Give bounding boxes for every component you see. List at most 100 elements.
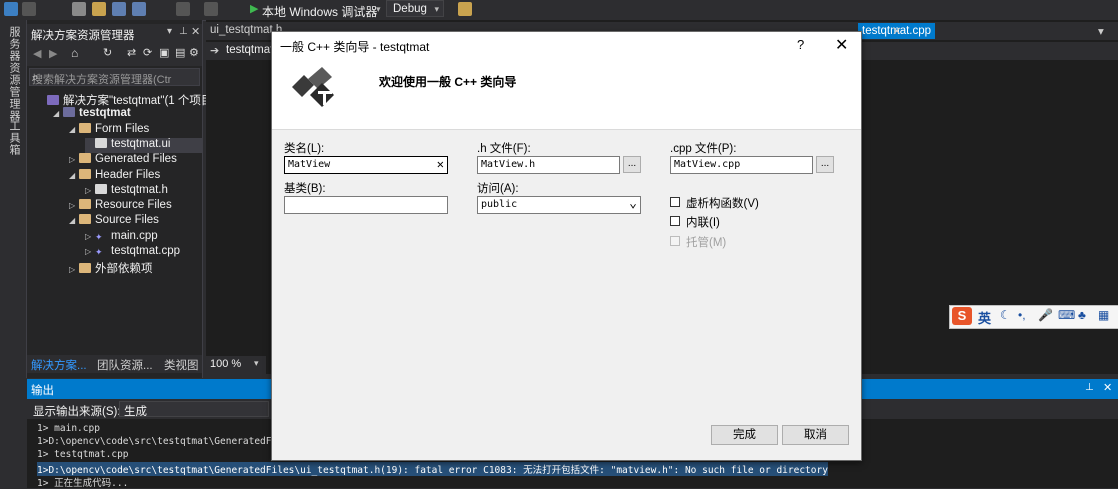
close-icon[interactable]: ✕ [835, 35, 848, 55]
tree-item[interactable]: ▷ 外部依赖项 [69, 260, 202, 275]
tree-item[interactable]: ◢ Source Files [69, 214, 202, 229]
output-source-label: 显示输出来源(S): [33, 406, 121, 418]
tree-item[interactable]: ▷ Resource Files [69, 199, 202, 214]
collapse-icon[interactable]: ▣ [159, 46, 169, 59]
cpp-file-browse-button[interactable]: ... [816, 156, 834, 173]
tree-item[interactable]: ◢ testqtmat [53, 107, 202, 122]
chevron-down-icon: ▾ [434, 4, 439, 14]
moon-icon[interactable]: ☾ [1000, 308, 1011, 322]
help-icon[interactable]: ? [797, 37, 804, 52]
undo-icon[interactable] [176, 2, 190, 16]
cpp-file-label: .cpp 文件(P): [670, 143, 737, 155]
access-label: 访问(A): [477, 183, 519, 195]
expand-arrow-icon[interactable]: ▷ [85, 247, 95, 256]
close-icon[interactable]: ✕ [1103, 381, 1112, 394]
server-explorer-tab[interactable]: 服务器资源管理器 [6, 26, 22, 122]
h-file-input[interactable]: MatView.h [477, 156, 620, 174]
dialog-title-bar: 一般 C++ 类向导 - testqtmat ? ✕ [272, 32, 861, 59]
expand-arrow-icon[interactable]: ◢ [53, 109, 63, 118]
folder-icon [79, 199, 91, 210]
tools-icon[interactable]: ▦ [1098, 308, 1109, 322]
cpp-file-input[interactable]: MatView.cpp [670, 156, 813, 174]
open-icon[interactable] [92, 2, 106, 16]
microphone-icon[interactable]: 🎤 [1038, 308, 1053, 322]
back-icon[interactable] [4, 2, 18, 16]
output-error-line[interactable]: 1>D:\opencv\code\src\testqtmat\Generated… [37, 462, 828, 476]
tab-solution-explorer[interactable]: 解决方案... [31, 357, 87, 373]
punctuation-icon[interactable]: •, [1018, 308, 1026, 322]
solution-explorer-toolbar: ◀ ▶ ⌂ ↻ ⇄ ⟳ ▣ ▤ ⚙ [27, 44, 202, 66]
start-debug-icon[interactable]: ▶ [250, 2, 258, 15]
base-class-input[interactable] [284, 196, 448, 214]
expand-arrow-icon[interactable]: ▷ [69, 155, 79, 164]
close-icon[interactable]: ✕ [191, 25, 200, 38]
save-all-icon[interactable] [132, 2, 146, 16]
expand-arrow-icon[interactable]: ▷ [85, 186, 95, 195]
show-all-icon[interactable]: ▤ [175, 46, 185, 59]
redo-icon[interactable] [204, 2, 218, 16]
sync-icon[interactable]: ⇄ [127, 46, 136, 59]
tab-class-view[interactable]: 类视图 [164, 357, 199, 373]
expand-arrow-icon[interactable]: ◢ [69, 171, 79, 180]
expand-arrow-icon[interactable]: ◢ [69, 125, 79, 134]
class-name-input[interactable]: MatView ✕ [284, 156, 448, 174]
debug-target-label[interactable]: 本地 Windows 调试器 [262, 3, 377, 20]
expand-arrow-icon[interactable]: ▷ [69, 265, 79, 274]
folder-icon [79, 168, 91, 179]
tree-item[interactable]: ◢ Form Files [69, 122, 202, 138]
pin-icon[interactable]: ⊥ [179, 26, 188, 37]
new-project-icon[interactable] [72, 2, 86, 16]
finish-button[interactable]: 完成 [711, 425, 778, 445]
zoom-control[interactable]: 100 % ▾ [206, 356, 266, 374]
home-icon[interactable]: ⌂ [71, 46, 78, 60]
config-combo[interactable]: Debug ▾ [386, 0, 444, 17]
output-source-select[interactable]: 生成 [119, 401, 269, 418]
tree-item-label: testqtmat.ui [111, 137, 171, 150]
inline-label[interactable]: 内联(I) [686, 214, 720, 230]
forward-icon[interactable]: ▶ [49, 47, 57, 60]
h-file-browse-button[interactable]: ... [623, 156, 641, 173]
tree-item[interactable]: testqtmat.ui [85, 137, 202, 153]
main-toolbar: ▶ 本地 Windows 调试器 ▾ Debug ▾ [0, 0, 1118, 21]
solution-search-box[interactable]: 搜索解决方案资源管理器(Ctrl+;) ⌕ [29, 68, 200, 86]
access-select[interactable]: public ⌄ [477, 196, 641, 214]
dropdown-icon[interactable]: ▾ [167, 26, 172, 37]
pin-icon[interactable]: ⊥ [1085, 382, 1094, 393]
virtual-destructor-checkbox[interactable] [670, 197, 680, 207]
tree-item[interactable]: ▷ ✦ main.cpp [85, 230, 202, 245]
clear-icon[interactable]: ✕ [437, 157, 444, 171]
properties-icon[interactable]: ⚙ [189, 46, 199, 59]
close-tab-icon[interactable]: ✕ [892, 24, 902, 38]
cancel-button[interactable]: 取消 [782, 425, 849, 445]
expand-arrow-icon[interactable]: ◢ [69, 216, 79, 225]
keyboard-icon[interactable]: ⌨ [1058, 308, 1075, 322]
skin-icon[interactable]: ♣ [1078, 308, 1086, 322]
inline-checkbox[interactable] [670, 216, 680, 226]
sogou-logo-icon[interactable]: S [952, 307, 972, 325]
class-name-label: 类名(L): [284, 143, 325, 155]
tab-team-explorer[interactable]: 团队资源... [97, 357, 153, 373]
expand-arrow-icon[interactable]: ▷ [69, 201, 79, 210]
class-wizard-logo-icon [292, 67, 334, 107]
tree-item[interactable]: ◢ Header Files [69, 168, 202, 184]
debug-target-dropdown-icon[interactable]: ▾ [376, 4, 381, 15]
expand-arrow-icon[interactable]: ▷ [85, 232, 95, 241]
tree-item[interactable]: ▷ testqtmat.h [85, 183, 202, 199]
ime-mode-label[interactable]: 英 [978, 308, 991, 327]
history-icon[interactable]: ↻ [103, 46, 112, 59]
back-icon[interactable]: ◀ [33, 47, 41, 60]
find-icon[interactable] [458, 2, 472, 16]
virtual-destructor-label[interactable]: 虚析构函数(V) [686, 195, 759, 211]
search-icon[interactable]: ⌕ [32, 70, 172, 85]
tree-item[interactable]: ▷ Generated Files [69, 153, 202, 168]
tree-item[interactable]: 解决方案"testqtmat"(1 个项目) [37, 92, 216, 107]
solution-icon [47, 95, 59, 105]
nav-file-label[interactable]: testqtmat [226, 44, 273, 56]
toolbox-tab[interactable]: 工具箱 [6, 120, 22, 156]
save-icon[interactable] [112, 2, 126, 16]
tree-item-label: Resource Files [95, 199, 172, 212]
tab-overflow-icon[interactable]: ▾ [1098, 24, 1104, 38]
refresh-icon[interactable]: ⟳ [143, 46, 152, 59]
forward-icon[interactable] [22, 2, 36, 16]
tree-item[interactable]: ▷ ✦ testqtmat.cpp [85, 245, 202, 260]
